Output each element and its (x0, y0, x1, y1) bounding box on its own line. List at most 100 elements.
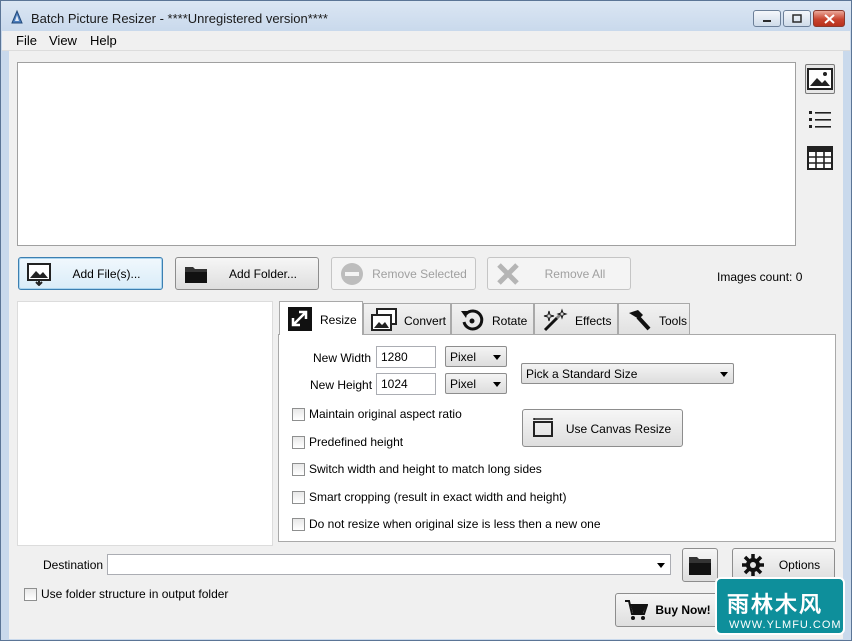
remove-icon (341, 263, 363, 285)
tab-rotate[interactable]: Rotate (451, 303, 534, 334)
checkbox-label: Smart cropping (result in exact width an… (309, 490, 567, 504)
width-unit-select[interactable]: Pixel (445, 346, 507, 367)
options-label: Options (778, 558, 821, 572)
buy-now-label: Buy Now! (655, 603, 711, 617)
x-icon (497, 263, 519, 285)
checkbox-box[interactable] (292, 517, 305, 531)
add-files-button[interactable]: Add File(s)... (18, 257, 163, 290)
table-view-button[interactable] (805, 143, 835, 173)
tab-tools-label: Tools (659, 314, 688, 328)
tab-effects[interactable]: Effects (534, 303, 618, 334)
convert-icon (371, 308, 397, 331)
grid-icon (807, 146, 833, 170)
window-title: Batch Picture Resizer - ****Unregistered… (31, 11, 328, 26)
menu-file[interactable]: File (16, 33, 37, 48)
app-icon (11, 9, 23, 24)
settings-tabs: Resize Convert Rotate Effects Tools New … (278, 301, 836, 542)
main-client-area: Add File(s)... Add Folder... Remove Sele… (9, 51, 843, 639)
buy-now-button[interactable]: Buy Now! (615, 593, 719, 627)
watermark-logo: 雨林木风 WWW.YLMFU.COM (715, 577, 845, 635)
canvas-resize-button[interactable]: Use Canvas Resize (522, 409, 683, 447)
standard-size-select[interactable]: Pick a Standard Size (521, 363, 734, 384)
watermark-title: 雨林木风 (727, 592, 824, 617)
checkbox-box[interactable] (292, 462, 305, 476)
smart-cropping-checkbox[interactable]: Smart cropping (result in exact width an… (292, 490, 566, 504)
watermark-url: WWW.YLMFU.COM (729, 619, 842, 631)
tab-resize[interactable]: Resize (279, 301, 363, 335)
tab-resize-label: Resize (320, 313, 357, 327)
tab-tools[interactable]: Tools (618, 303, 690, 334)
rotate-icon (461, 309, 484, 331)
picture-icon (807, 68, 833, 90)
cart-icon (625, 600, 648, 620)
switch-width-height-checkbox[interactable]: Switch width and height to match long si… (292, 462, 542, 476)
maximize-button[interactable] (783, 10, 811, 27)
checkbox-label: Use folder structure in output folder (41, 587, 229, 601)
images-count: Images count: 0 (717, 270, 803, 284)
thumbnail-view-button[interactable] (805, 64, 835, 94)
resize-tab-page: New Width Pixel New Height Pixel Pick a … (278, 334, 836, 542)
tab-effects-label: Effects (575, 314, 612, 328)
remove-selected-button[interactable]: Remove Selected (331, 257, 476, 290)
remove-all-button[interactable]: Remove All (487, 257, 631, 290)
chevron-down-icon (493, 382, 501, 387)
checkbox-label: Predefined height (309, 435, 404, 449)
list-icon (809, 111, 831, 128)
tab-convert-label: Convert (404, 314, 447, 328)
width-unit-value: Pixel (450, 350, 477, 364)
new-width-input[interactable] (376, 346, 436, 368)
add-folder-button[interactable]: Add Folder... (175, 257, 319, 290)
minimize-icon (763, 19, 771, 22)
height-unit-select[interactable]: Pixel (445, 373, 507, 394)
menu-view[interactable]: View (49, 33, 77, 48)
chevron-down-icon (657, 563, 665, 568)
checkbox-box[interactable] (292, 490, 305, 504)
app-window: Batch Picture Resizer - ****Unregistered… (0, 0, 852, 641)
remove-all-label: Remove All (544, 267, 606, 281)
hammer-icon (629, 310, 651, 331)
checkbox-box[interactable] (24, 587, 37, 601)
file-list[interactable] (17, 62, 796, 246)
add-files-label: Add File(s)... (72, 267, 141, 281)
checkbox-label: Maintain original aspect ratio (309, 407, 462, 421)
remove-selected-label: Remove Selected (372, 267, 467, 281)
menu-help[interactable]: Help (90, 33, 117, 48)
predefined-height-checkbox[interactable]: Predefined height (292, 435, 403, 449)
resize-icon (288, 307, 312, 331)
close-button[interactable] (813, 10, 845, 27)
destination-combo[interactable] (107, 554, 671, 575)
folder-icon (185, 267, 207, 283)
magic-wand-icon (543, 308, 568, 332)
standard-size-value: Pick a Standard Size (526, 367, 638, 381)
maximize-icon (792, 14, 802, 23)
checkbox-box[interactable] (292, 407, 305, 421)
new-width-label: New Width (313, 351, 372, 365)
folder-structure-checkbox[interactable]: Use folder structure in output folder (24, 587, 228, 601)
do-not-resize-checkbox[interactable]: Do not resize when original size is less… (292, 517, 601, 531)
checkbox-label: Switch width and height to match long si… (309, 462, 542, 476)
gear-icon (742, 554, 764, 576)
maintain-aspect-checkbox[interactable]: Maintain original aspect ratio (292, 407, 462, 421)
checkbox-box[interactable] (292, 435, 305, 449)
new-height-label: New Height (310, 378, 373, 392)
add-folder-label: Add Folder... (228, 267, 298, 281)
new-height-input[interactable] (376, 373, 436, 395)
title-bar: Batch Picture Resizer - ****Unregistered… (1, 1, 851, 31)
add-image-icon (27, 263, 51, 286)
canvas-icon (533, 418, 553, 437)
tab-rotate-label: Rotate (492, 314, 528, 328)
chevron-down-icon (493, 355, 501, 360)
menu-bar: File View Help (2, 31, 850, 51)
list-view-button[interactable] (805, 105, 835, 135)
height-unit-value: Pixel (450, 377, 477, 391)
folder-icon (689, 557, 711, 575)
minimize-button[interactable] (753, 10, 781, 27)
browse-destination-button[interactable] (682, 548, 718, 582)
checkbox-label: Do not resize when original size is less… (309, 517, 601, 531)
tab-convert[interactable]: Convert (363, 303, 451, 334)
chevron-down-icon (720, 372, 728, 377)
preview-panel (17, 301, 273, 546)
destination-label: Destination (43, 558, 104, 572)
close-icon (823, 13, 835, 24)
canvas-resize-label: Use Canvas Resize (565, 422, 672, 436)
